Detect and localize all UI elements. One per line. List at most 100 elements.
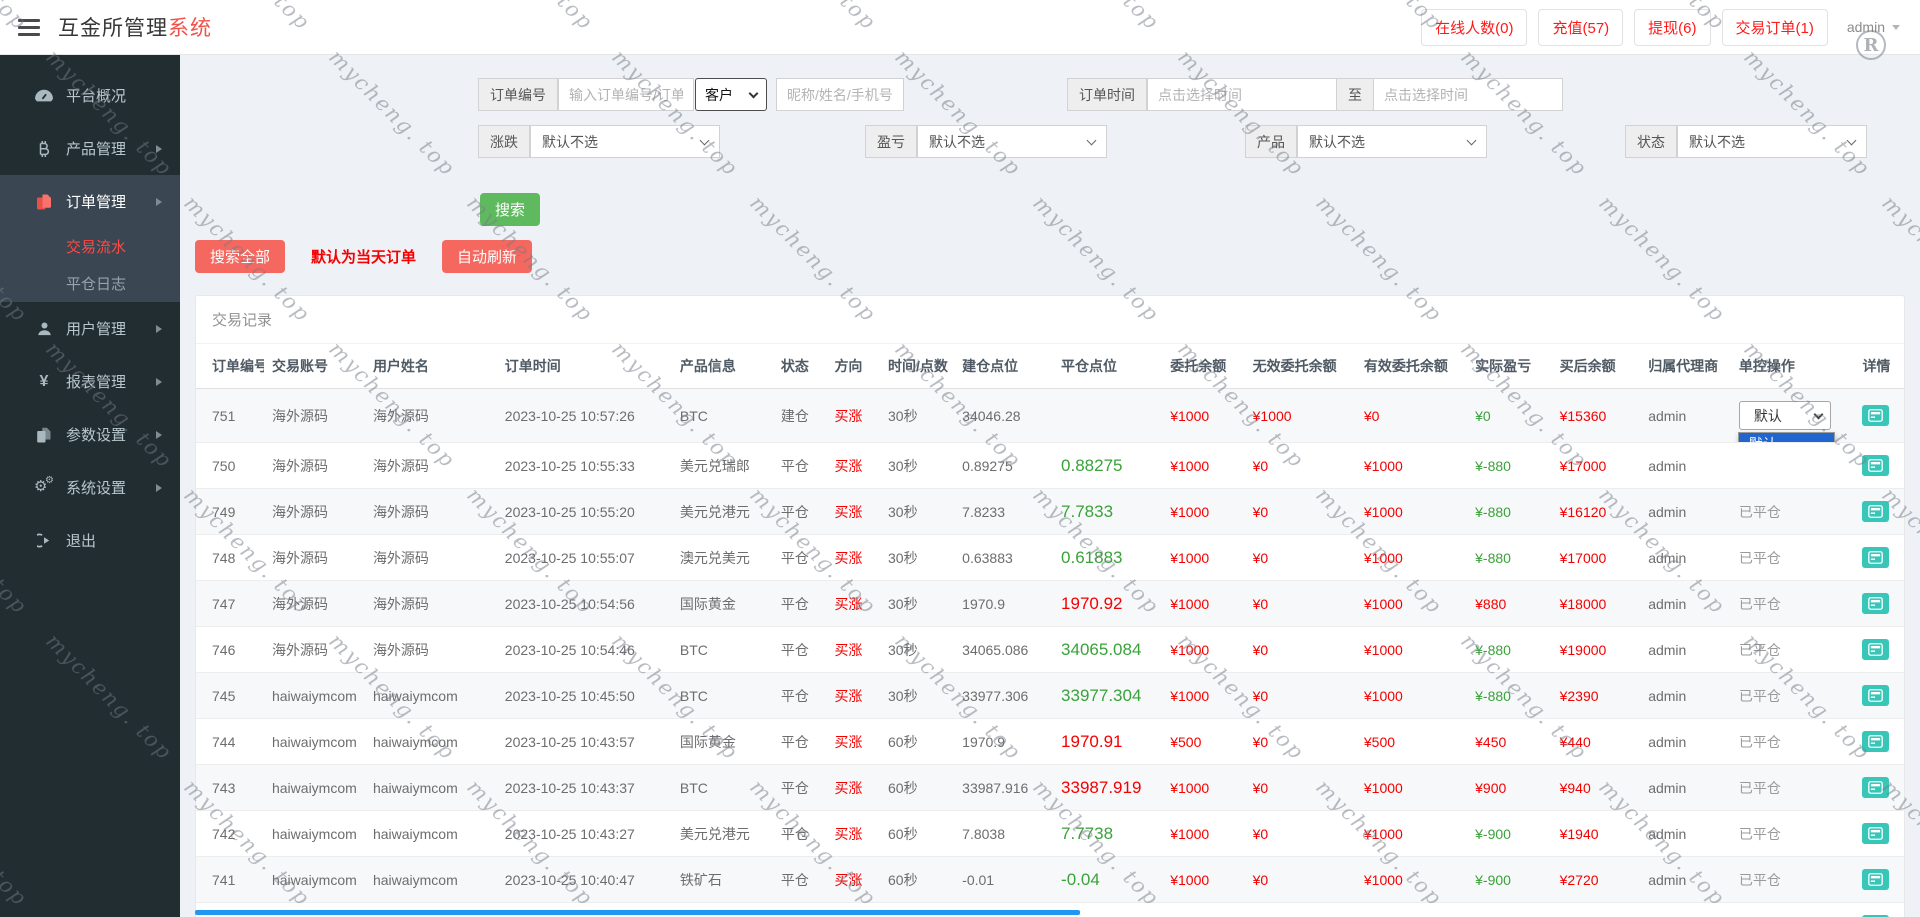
cell-account: haiwaiymcom bbox=[264, 811, 365, 857]
cell-detail bbox=[1854, 627, 1904, 673]
filter-group-2: 产品默认不选 bbox=[1245, 125, 1487, 158]
cell-direction: 买涨 bbox=[826, 581, 880, 627]
filter-select-value: 默认不选 bbox=[1309, 132, 1365, 152]
sidebar-nav: 平台概况产品管理订单管理交易流水平仓日志用户管理¥报表管理参数设置 ⚙⚙系统设置退… bbox=[0, 55, 180, 917]
sidebar-item-orders[interactable]: 订单管理 bbox=[0, 175, 180, 228]
filter-select-3[interactable]: 默认不选 bbox=[1677, 125, 1867, 158]
filter-select-2[interactable]: 默认不选 bbox=[1297, 125, 1487, 158]
cell-status: 平仓 bbox=[773, 581, 827, 627]
cell-invalid-entrust: ¥0 bbox=[1245, 673, 1356, 719]
cell-product: 国际黄金 bbox=[672, 719, 773, 765]
detail-button[interactable] bbox=[1862, 547, 1889, 568]
cell-agent: admin bbox=[1640, 581, 1731, 627]
cell-entrust-balance: ¥1000 bbox=[1162, 489, 1244, 535]
cell-account: haiwaiymcom bbox=[264, 673, 365, 719]
cell-close-point: 0.88275 bbox=[1053, 443, 1162, 489]
cell-valid-entrust: ¥1000 bbox=[1356, 903, 1467, 917]
header-stat-button-3[interactable]: 交易订单(1) bbox=[1722, 9, 1828, 46]
sidebar-item-params[interactable]: 参数设置 bbox=[0, 408, 180, 461]
sidebar-item-label: 参数设置 bbox=[66, 424, 126, 445]
sidebar-item-users[interactable]: 用户管理 bbox=[0, 302, 180, 355]
panel-title: 交易记录 bbox=[196, 296, 1904, 344]
cell-actual-pl: ¥900 bbox=[1467, 765, 1551, 811]
time-from-input[interactable] bbox=[1147, 78, 1337, 111]
filter-select-1[interactable]: 默认不选 bbox=[917, 125, 1107, 158]
cell-invalid-entrust: ¥0 bbox=[1245, 719, 1356, 765]
cell-product: BTC bbox=[672, 627, 773, 673]
cell-invalid-entrust: ¥0 bbox=[1245, 489, 1356, 535]
cell-valid-entrust: ¥1000 bbox=[1356, 673, 1467, 719]
time-to-input[interactable] bbox=[1373, 78, 1563, 111]
cell-direction: 买涨 bbox=[826, 673, 880, 719]
hamburger-menu-icon[interactable] bbox=[18, 15, 40, 40]
header-stat-button-1[interactable]: 充值(57) bbox=[1538, 9, 1623, 46]
cell-order-id: 746 bbox=[196, 627, 264, 673]
detail-button[interactable] bbox=[1862, 685, 1889, 706]
detail-button[interactable] bbox=[1862, 455, 1889, 476]
bottom-scrollbar[interactable] bbox=[195, 910, 1080, 915]
cell-detail bbox=[1854, 389, 1904, 443]
search-button[interactable]: 搜索 bbox=[480, 193, 540, 226]
sidebar-item-system[interactable]: ⚙⚙系统设置 bbox=[0, 461, 180, 514]
detail-button[interactable] bbox=[1862, 639, 1889, 660]
cell-entrust-balance: ¥1000 bbox=[1162, 765, 1244, 811]
cell-valid-entrust: ¥1000 bbox=[1356, 581, 1467, 627]
table-header-row: 订单编号交易账号用户姓名订单时间产品信息状态方向时间/点数建仓点位平仓点位委托余… bbox=[196, 344, 1904, 389]
detail-button[interactable] bbox=[1862, 869, 1889, 890]
auto-refresh-button[interactable]: 自动刷新 bbox=[442, 240, 532, 273]
today-orders-hint: 默认为当天订单 bbox=[311, 246, 416, 267]
cell-agent: admin bbox=[1640, 857, 1731, 903]
single-control-dropdown: 默认盈亏 bbox=[1738, 432, 1835, 443]
table-row: 749海外源码海外源码2023-10-25 10:55:20美元兑港元平仓买涨3… bbox=[196, 489, 1904, 535]
cell-status: 平仓 bbox=[773, 719, 827, 765]
chevron-right-icon bbox=[156, 484, 166, 492]
cell-agent: admin bbox=[1640, 627, 1731, 673]
detail-button[interactable] bbox=[1862, 593, 1889, 614]
cell-open-point: -0.01 bbox=[954, 857, 1053, 903]
filter-time-group: 订单时间 至 bbox=[1067, 78, 1563, 111]
detail-button[interactable] bbox=[1862, 823, 1889, 844]
sidebar-item-reports[interactable]: ¥报表管理 bbox=[0, 355, 180, 408]
cell-invalid-entrust: ¥0 bbox=[1245, 857, 1356, 903]
sidebar-subitem-close-log[interactable]: 平仓日志 bbox=[0, 265, 180, 302]
column-header-8: 建仓点位 bbox=[954, 344, 1053, 389]
cell-agent: admin bbox=[1640, 489, 1731, 535]
cell-direction: 买涨 bbox=[826, 765, 880, 811]
detail-button[interactable] bbox=[1862, 731, 1889, 752]
cell-agent: admin bbox=[1640, 719, 1731, 765]
sidebar-subitem-trade-flow[interactable]: 交易流水 bbox=[0, 228, 180, 265]
cell-actual-pl: ¥-880 bbox=[1467, 627, 1551, 673]
sidebar-item-logout[interactable]: 退出 bbox=[0, 514, 180, 567]
cell-order-time: 2023-10-25 10:40:47 bbox=[497, 857, 672, 903]
search-all-button[interactable]: 搜索全部 bbox=[195, 240, 285, 273]
detail-button[interactable] bbox=[1862, 405, 1889, 426]
filter-select-0[interactable]: 默认不选 bbox=[530, 125, 720, 158]
customer-type-select[interactable]: 客户 bbox=[695, 78, 767, 111]
column-header-11: 无效委托余额 bbox=[1245, 344, 1356, 389]
header-stat-button-0[interactable]: 在线人数(0) bbox=[1421, 9, 1527, 46]
cell-duration: 30秒 bbox=[880, 389, 954, 443]
single-control-select[interactable]: 默认 bbox=[1739, 401, 1831, 430]
sidebar-item-dashboard[interactable]: 平台概况 bbox=[0, 69, 180, 122]
app-title-red: 系统 bbox=[168, 17, 212, 40]
cell-after-balance: ¥17000 bbox=[1552, 443, 1641, 489]
sidebar-item-products[interactable]: 产品管理 bbox=[0, 122, 180, 175]
cell-after-balance: ¥16120 bbox=[1552, 489, 1641, 535]
order-number-input[interactable] bbox=[558, 78, 694, 111]
detail-button[interactable] bbox=[1862, 777, 1889, 798]
header-stat-button-2[interactable]: 提现(6) bbox=[1634, 9, 1710, 46]
cell-detail bbox=[1854, 811, 1904, 857]
table-row: 745haiwaiymcomhaiwaiymcom2023-10-25 10:4… bbox=[196, 673, 1904, 719]
cell-duration: 30秒 bbox=[880, 627, 954, 673]
closed-status-text: 已平仓 bbox=[1739, 734, 1781, 750]
closed-status-text: 已平仓 bbox=[1739, 872, 1781, 888]
dropdown-option-0[interactable]: 默认 bbox=[1739, 433, 1834, 443]
header-right: 在线人数(0)充值(57)提现(6)交易订单(1) admin bbox=[1421, 9, 1900, 46]
chevron-down-icon bbox=[700, 135, 710, 145]
chevron-down-icon bbox=[1813, 409, 1823, 419]
detail-button[interactable] bbox=[1862, 501, 1889, 522]
column-header-3: 订单时间 bbox=[497, 344, 672, 389]
cell-after-balance: ¥2720 bbox=[1552, 857, 1641, 903]
customer-search-input[interactable] bbox=[776, 78, 904, 111]
filter-group-0: 涨跌默认不选 bbox=[478, 125, 720, 158]
